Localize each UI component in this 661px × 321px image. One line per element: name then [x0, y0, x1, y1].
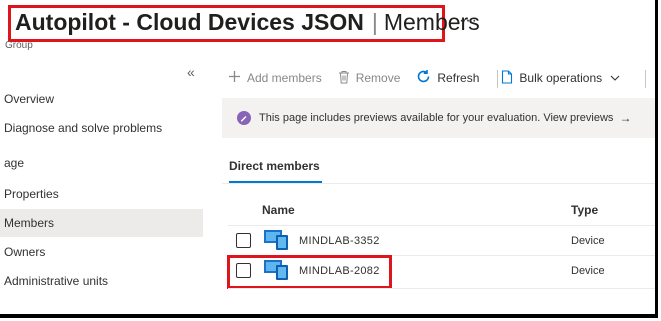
- sidebar-item-label: Members: [4, 216, 55, 230]
- app-window: Autopilot - Cloud Devices JSON | Members ·…: [0, 0, 658, 318]
- arrow-right-icon: →: [619, 111, 632, 125]
- toolbar-divider: [645, 70, 646, 88]
- chevron-down-icon: [610, 71, 620, 85]
- remove-label: Remove: [355, 71, 401, 85]
- sidebar-item-label: Owners: [4, 245, 46, 259]
- refresh-button[interactable]: Refresh: [416, 69, 479, 87]
- refresh-icon: [416, 69, 431, 87]
- page-title: Autopilot - Cloud Devices JSON | Members: [15, 9, 480, 36]
- preview-banner[interactable]: This page includes previews available fo…: [222, 98, 655, 138]
- device-type: Device: [571, 265, 605, 277]
- refresh-label: Refresh: [437, 71, 480, 85]
- remove-button[interactable]: Remove: [338, 70, 401, 87]
- bulk-operations-button[interactable]: Bulk operations: [501, 69, 620, 87]
- add-members-label: Add members: [247, 71, 322, 85]
- column-header-name[interactable]: Name: [262, 203, 295, 217]
- sidebar-item-label: Properties: [4, 187, 59, 201]
- device-type: Device: [571, 235, 605, 247]
- trash-icon: [338, 70, 350, 87]
- more-options-icon[interactable]: ···: [459, 12, 478, 30]
- sidebar-item-owners[interactable]: Owners: [0, 238, 203, 266]
- sidebar-section-heading: age: [4, 156, 25, 170]
- sidebar-item-label: Administrative units: [4, 274, 109, 288]
- plus-icon: [228, 70, 241, 86]
- toolbar-divider: [497, 70, 498, 88]
- row-highlight-box: [227, 255, 392, 289]
- sidebar-item-properties[interactable]: Properties: [0, 180, 203, 208]
- device-name[interactable]: MINDLAB-3352: [299, 235, 380, 247]
- banner-text: This page includes previews available fo…: [259, 112, 614, 124]
- collapse-sidebar-icon[interactable]: «: [187, 64, 195, 80]
- add-members-button[interactable]: Add members: [228, 70, 322, 86]
- command-bar: Add members Remove Refresh Bulk operatio…: [228, 67, 636, 89]
- sidebar-item-administrative-units[interactable]: Administrative units: [0, 267, 203, 295]
- info-icon: [237, 111, 251, 125]
- row-divider: [228, 288, 655, 289]
- group-name: Autopilot - Cloud Devices JSON: [15, 9, 364, 35]
- bulk-operations-label: Bulk operations: [519, 71, 603, 85]
- document-icon: [501, 69, 513, 87]
- sidebar-item-label: Diagnose and solve problems: [4, 121, 163, 135]
- title-separator: |: [371, 9, 378, 35]
- sidebar-item-label: Overview: [4, 92, 55, 106]
- row-checkbox[interactable]: [236, 233, 251, 248]
- sidebar-item-overview[interactable]: Overview: [0, 85, 203, 113]
- page-subtitle: Group: [5, 40, 33, 51]
- sidebar-item-members[interactable]: Members: [0, 209, 203, 237]
- column-header-type[interactable]: Type: [571, 203, 598, 217]
- tab-divider: [222, 183, 655, 184]
- device-icon: [263, 229, 289, 251]
- row-divider: [228, 225, 655, 226]
- sidebar-item-diagnose[interactable]: Diagnose and solve problems: [0, 114, 203, 142]
- tab-direct-members[interactable]: Direct members: [229, 159, 320, 173]
